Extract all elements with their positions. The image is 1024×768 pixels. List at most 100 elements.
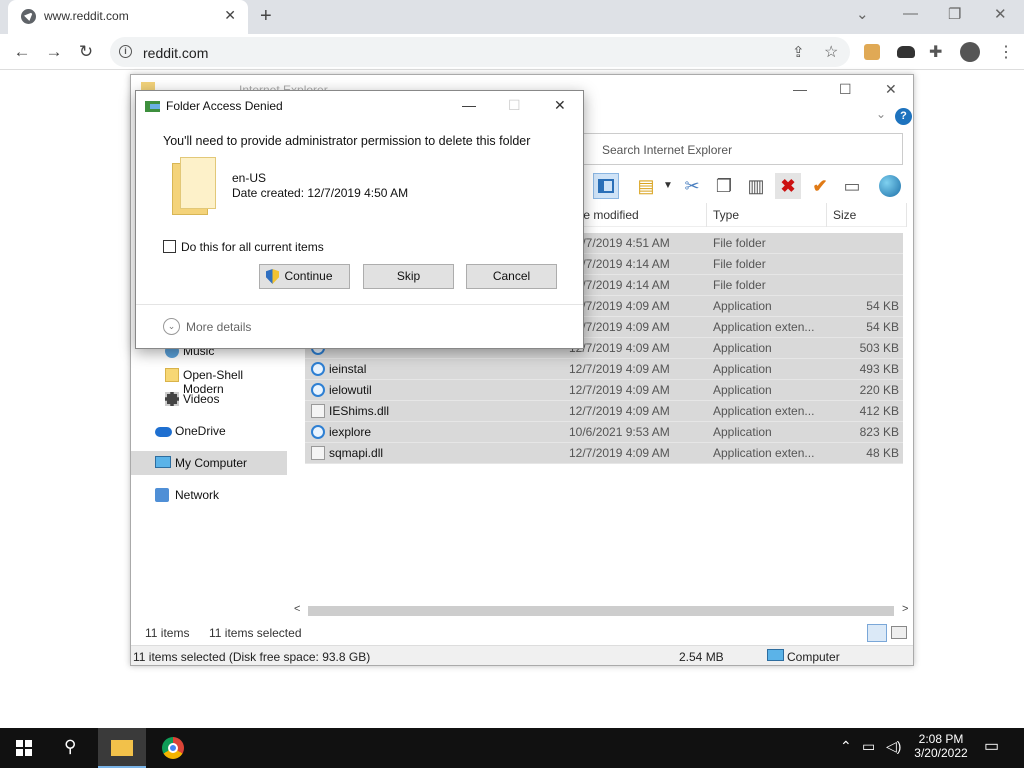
file-size: 503 KB [859, 341, 899, 355]
file-name: ieinstal [329, 362, 367, 376]
file-type: File folder [713, 257, 766, 271]
forward-icon[interactable]: → [44, 42, 64, 62]
delete-icon[interactable]: ✖ [775, 173, 801, 199]
file-size: 48 KB [866, 446, 899, 460]
profile-avatar-icon[interactable] [960, 42, 980, 62]
explorer-minimize-button[interactable]: — [793, 81, 807, 97]
folder-name: en-US [232, 171, 267, 185]
tab-title: www.reddit.com [44, 9, 129, 23]
bookmark-star-icon[interactable]: ☆ [824, 42, 838, 62]
nav-item-my-computer[interactable]: My Computer [131, 451, 287, 475]
file-size: 493 KB [859, 362, 899, 376]
search-icon[interactable]: ⚲ [64, 737, 76, 757]
network-tray-icon[interactable]: ▭ [862, 738, 875, 755]
nav-item-open-shell-modern[interactable]: Open-Shell Modern [131, 363, 287, 396]
location-label: Computer [787, 650, 840, 664]
hat-extension-icon[interactable] [897, 46, 915, 58]
status-bar-bottom: 11 items selected (Disk free space: 93.8… [131, 645, 913, 665]
file-date: 12/7/2019 4:09 AM [569, 446, 670, 460]
tab-search-icon[interactable]: ⌄ [856, 5, 869, 23]
file-row[interactable]: sqmapi.dll 12/7/2019 4:09 AM Application e… [305, 443, 903, 464]
clock-date: 3/20/2022 [914, 746, 968, 760]
selection-summary: 11 items selected (Disk free space: 93.8… [133, 650, 371, 664]
clock-time: 2:08 PM [918, 732, 964, 746]
nav-item-onedrive[interactable]: OneDrive [131, 419, 287, 443]
share-icon[interactable]: ⇪ [792, 43, 805, 61]
file-date: 12/7/2019 4:09 AM [569, 383, 670, 397]
scroll-left-icon[interactable]: < [294, 603, 300, 615]
skip-button[interactable]: Skip [363, 264, 454, 289]
dialog-title: Folder Access Denied [166, 99, 283, 113]
address-bar[interactable]: i reddit.com ⇪ ☆ [110, 37, 850, 67]
horizontal-scrollbar[interactable]: < > [291, 603, 911, 619]
paste-icon[interactable]: ▥ [743, 173, 769, 199]
new-tab-button[interactable]: + [260, 5, 272, 28]
scroll-right-icon[interactable]: > [902, 603, 908, 615]
taskbar-file-explorer-button[interactable] [98, 728, 146, 768]
chevron-down-icon[interactable]: ⌄ [163, 318, 180, 335]
file-type: Application [713, 341, 772, 355]
search-input[interactable]: Search Internet Explorer [579, 133, 903, 165]
nav-item-network[interactable]: Network [131, 483, 287, 507]
do-for-all-checkbox[interactable] [163, 240, 176, 253]
explorer-close-button[interactable]: ✕ [885, 81, 897, 98]
dialog-close-button[interactable]: ✕ [554, 97, 566, 114]
search-placeholder: Search Internet Explorer [602, 143, 733, 157]
copy-icon[interactable]: ❐ [711, 173, 737, 199]
nav-item-videos[interactable]: Videos [131, 387, 287, 411]
ribbon-collapse-icon[interactable]: ⌄ [876, 107, 886, 121]
extensions-puzzle-icon[interactable]: ✚ [929, 42, 942, 62]
site-info-icon[interactable]: i [119, 45, 132, 58]
browser-tab[interactable]: www.reddit.com ✕ [8, 0, 248, 34]
more-details-link[interactable]: More details [186, 320, 251, 334]
close-tab-icon[interactable]: ✕ [224, 7, 236, 24]
tray-chevron-up-icon[interactable]: ⌃ [840, 738, 852, 755]
file-size: 412 KB [859, 404, 899, 418]
select-checkmark-icon[interactable]: ✔ [807, 173, 833, 199]
minimize-button[interactable]: — [903, 5, 918, 22]
reload-icon[interactable]: ↻ [76, 42, 96, 62]
volume-icon[interactable]: ◁) [886, 738, 901, 755]
file-name: ielowutil [329, 383, 372, 397]
close-window-button[interactable]: ✕ [994, 5, 1007, 23]
details-view-icon[interactable] [867, 624, 887, 642]
cut-icon[interactable]: ✂ [679, 173, 705, 199]
file-row[interactable]: IEShims.dll 12/7/2019 4:09 AM Application … [305, 401, 903, 422]
explorer-maximize-button[interactable]: ☐ [839, 81, 852, 98]
back-icon[interactable]: ← [12, 42, 32, 62]
restore-button[interactable]: ❐ [948, 5, 961, 23]
windows-start-icon[interactable] [16, 740, 32, 756]
taskbar-chrome-icon[interactable] [162, 737, 184, 759]
column-date-modified[interactable]: te modified [580, 208, 639, 222]
continue-label: Continue [284, 269, 333, 283]
dialog-minimize-button[interactable]: — [462, 97, 476, 113]
large-icons-view-icon[interactable] [891, 626, 907, 639]
status-bar-top: 11 items 11 items selected [131, 621, 913, 645]
globe-network-icon[interactable] [879, 175, 901, 197]
doge-extension-icon[interactable] [864, 44, 880, 60]
help-icon[interactable]: ? [895, 108, 912, 125]
file-date: 12/7/2019 4:14 AM [569, 278, 670, 292]
column-size[interactable]: Size [833, 208, 856, 222]
do-for-all-label[interactable]: Do this for all current items [181, 240, 324, 254]
cancel-button[interactable]: Cancel [466, 264, 557, 289]
file-date: 12/7/2019 4:09 AM [569, 404, 670, 418]
file-row[interactable]: ielowutil 12/7/2019 4:09 AM Application 220… [305, 380, 903, 401]
network-icon [155, 488, 169, 502]
film-icon [165, 392, 179, 406]
notifications-icon[interactable]: ▭ [984, 736, 999, 756]
menu-kebab-icon[interactable]: ⋮ [998, 42, 1014, 62]
continue-button[interactable]: Continue [259, 264, 350, 289]
file-row[interactable]: ieinstal 12/7/2019 4:09 AM Application 493 … [305, 359, 903, 380]
file-row[interactable]: iexplore 10/6/2021 9:53 AM Application 823 … [305, 422, 903, 443]
rename-icon[interactable]: ▭ [839, 173, 865, 199]
preview-pane-icon[interactable] [593, 173, 619, 199]
column-header: te modified Type Size [576, 203, 907, 227]
scrollbar-thumb[interactable] [308, 606, 894, 616]
taskbar-clock[interactable]: 2:08 PM 3/20/2022 [914, 732, 968, 760]
item-count: 11 items [145, 626, 190, 640]
properties-dropdown-icon[interactable]: ▼ [655, 173, 681, 199]
ie-app-icon [311, 362, 325, 376]
dll-file-icon [311, 404, 325, 418]
column-type[interactable]: Type [713, 208, 739, 222]
